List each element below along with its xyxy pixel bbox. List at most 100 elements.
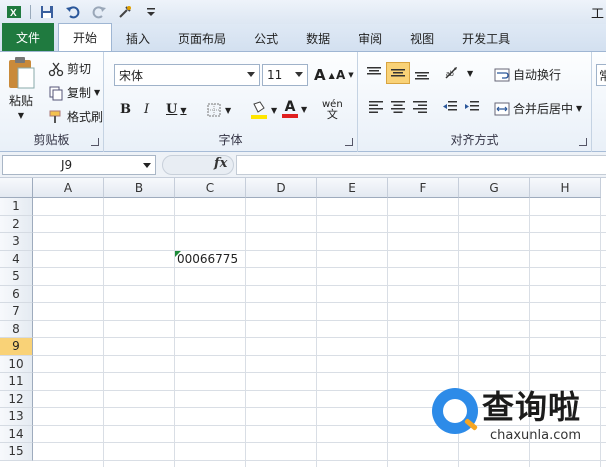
shrink-font-button[interactable]: A ▼ [336,68,354,82]
merge-center-label: 合并后居中 [513,102,574,116]
row-header-4[interactable]: 4 [0,250,33,268]
row-header-5[interactable]: 5 [0,268,33,286]
gridline-horizontal [33,249,606,251]
grow-font-button[interactable]: A ▲ [314,66,335,84]
save-icon[interactable] [37,2,57,22]
cut-button[interactable]: 剪切 [48,60,91,77]
align-top-button[interactable] [366,66,382,80]
row-header-10[interactable]: 10 [0,355,33,373]
number-as-text-indicator-icon [175,250,181,257]
formula-input[interactable] [236,155,606,175]
column-header-g[interactable]: G [459,178,530,198]
wrap-text-button[interactable]: 自动换行 [494,66,561,83]
undo-icon[interactable] [63,2,83,22]
paste-button[interactable]: 粘贴 ▼ [6,56,36,120]
row-header-9[interactable]: 9 [0,338,33,356]
tab-developer[interactable]: 开发工具 [448,25,524,51]
shrink-font-label: A [336,68,346,82]
merge-center-button[interactable]: 合并后居中 ▼ [494,100,582,117]
italic-button[interactable]: I [144,102,149,117]
alignment-dialog-launcher-icon[interactable] [579,138,587,146]
align-left-button[interactable] [368,100,384,114]
paint-bucket-icon [250,100,268,120]
font-size-value: 11 [267,68,283,82]
font-size-combo[interactable]: 11 [262,64,308,86]
tab-view[interactable]: 视图 [396,25,448,51]
row-header-7[interactable]: 7 [0,303,33,321]
borders-button[interactable]: ▼ [206,102,231,118]
row-header-15[interactable]: 15 [0,443,33,461]
group-label-font: 字体 [218,133,243,147]
clipboard-dialog-launcher-icon[interactable] [91,138,99,146]
gridline-vertical [316,198,317,467]
column-header-e[interactable]: E [317,178,388,198]
tab-home[interactable]: 开始 [58,23,113,51]
column-header-a[interactable]: A [33,178,104,198]
decrease-indent-icon [442,100,458,114]
tab-insert[interactable]: 插入 [112,25,164,51]
insert-function-icon[interactable]: fx [214,156,227,171]
copy-button[interactable]: 复制 ▼ [48,84,100,101]
increase-indent-button[interactable] [464,100,480,114]
align-middle-icon [390,66,406,80]
redo-icon[interactable] [89,2,109,22]
phonetic-button[interactable]: wén 文 [322,100,343,121]
merge-cells-icon [494,102,510,116]
format-icon[interactable] [115,2,135,22]
gridline-horizontal [33,284,606,286]
grow-font-label: A [314,66,326,84]
formula-bar: J9 fx [0,152,606,178]
window-title-fragment: 工 [590,7,604,22]
row-header-2[interactable]: 2 [0,215,33,233]
fill-color-button[interactable]: ▼ [250,100,277,120]
row-header-14[interactable]: 14 [0,425,33,443]
increase-indent-icon [464,100,480,114]
tab-page-layout[interactable]: 页面布局 [164,25,240,51]
row-header-6[interactable]: 6 [0,285,33,303]
tab-data[interactable]: 数据 [292,25,344,51]
ribbon-tabs: 文件 开始 插入 页面布局 公式 数据 审阅 视图 开发工具 [0,23,606,52]
number-format-combo[interactable]: 常 [596,64,606,86]
fill-color-dropdown-icon: ▼ [271,105,278,115]
row-header-11[interactable]: 11 [0,373,33,391]
font-name-combo[interactable]: 宋体 [114,64,260,86]
tab-formulas[interactable]: 公式 [240,25,292,51]
select-all-corner[interactable] [0,178,33,198]
column-header-b[interactable]: B [104,178,175,198]
gridline-horizontal [33,354,606,356]
row-header-12[interactable]: 12 [0,390,33,408]
excel-icon[interactable]: X [4,2,24,22]
cell-c4[interactable]: 00066775 [175,251,246,268]
excel-window: X 工 文件 开始 插入 页面布局 公式 数据 审阅 视图 开发工具 粘贴 ▼ … [0,0,606,467]
group-clipboard: 粘贴 ▼ 剪切 复制 ▼ 格式刷 剪贴板 [0,52,104,152]
column-header-d[interactable]: D [246,178,317,198]
underline-button[interactable]: U ▼ [166,102,187,117]
row-header-8[interactable]: 8 [0,320,33,338]
column-header-h[interactable]: H [530,178,601,198]
row-header-3[interactable]: 3 [0,233,33,251]
column-header-c[interactable]: C [175,178,246,198]
format-painter-button[interactable]: 格式刷 [48,108,103,125]
tab-review[interactable]: 审阅 [344,25,396,51]
font-dialog-launcher-icon[interactable] [345,138,353,146]
tab-file[interactable]: 文件 [2,23,55,51]
name-box[interactable]: J9 [2,155,156,175]
row-header-13[interactable]: 13 [0,408,33,426]
gridline-horizontal [33,302,606,303]
align-center-icon [390,100,406,114]
row-header-1[interactable]: 1 [0,198,33,216]
align-right-button[interactable] [412,100,428,114]
column-header-f[interactable]: F [388,178,459,198]
align-middle-button[interactable] [386,62,410,84]
format-painter-icon [48,109,64,125]
font-name-dropdown-icon [247,72,255,77]
bold-button[interactable]: B [120,102,131,117]
customize-icon[interactable] [141,2,161,22]
decrease-indent-button[interactable] [442,100,458,114]
font-color-button[interactable]: A ▼ [282,100,307,118]
toolbar-separator [30,5,31,19]
align-center-button[interactable] [390,100,406,114]
copy-dropdown-icon: ▼ [94,88,101,97]
orientation-button[interactable]: ab ▼ [444,66,473,80]
align-bottom-button[interactable] [414,66,430,80]
